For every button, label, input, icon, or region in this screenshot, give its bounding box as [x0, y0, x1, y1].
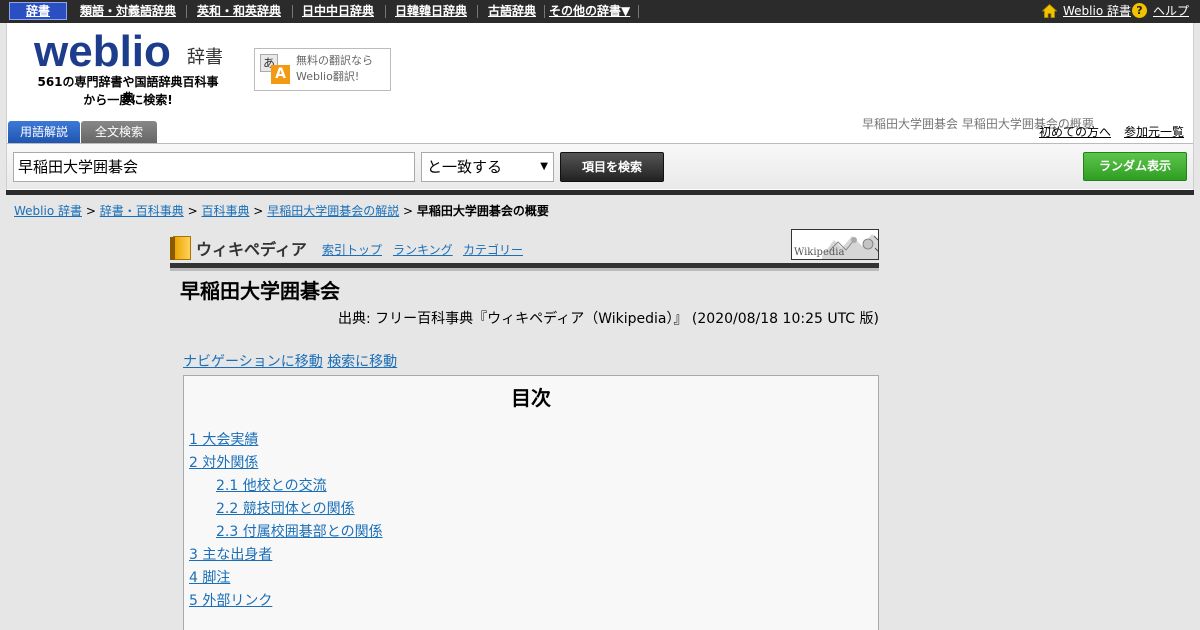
match-mode-value: と一致する [427, 158, 503, 176]
wiki-nav-ranking[interactable]: ランキング [393, 243, 453, 258]
random-button[interactable]: ランダム表示 [1083, 152, 1187, 181]
skip-to-search-link[interactable]: 検索に移動 [327, 354, 397, 370]
toc-item[interactable]: 3 主な出身者 [189, 547, 272, 564]
wiki-nav-index-top[interactable]: 索引トップ [322, 243, 382, 258]
translate-promo[interactable]: あ A 無料の翻訳なら Weblio翻訳! [254, 48, 391, 91]
breadcrumb-link[interactable]: 辞書・百科事典 [100, 204, 184, 218]
weblio-logo[interactable]: weblio [34, 29, 171, 75]
nav-link-chinese[interactable]: 日中中日辞典 [302, 3, 374, 19]
search-bar: 早稲田大学囲碁会 と一致する ▼ 項目を検索 ランダム表示 [7, 143, 1193, 189]
nav-separator [477, 5, 478, 18]
translate-promo-text: 無料の翻訳なら [296, 54, 373, 67]
breadcrumb-link[interactable]: 百科事典 [201, 204, 249, 218]
nav-separator [638, 5, 639, 18]
first-time-link[interactable]: 初めての方へ [1039, 125, 1111, 140]
breadcrumb-link[interactable]: Weblio 辞書 [14, 204, 82, 218]
tab-term-explanation[interactable]: 用語解説 [8, 121, 80, 143]
translate-icon: あ A [260, 54, 290, 84]
toc-item[interactable]: 4 脚注 [189, 570, 230, 587]
wiki-section-title: ウィキペディア [196, 240, 307, 259]
article-source: 出典: フリー百科事典『ウィキペディア（Wikipedia）』 (2020/08… [338, 311, 879, 327]
help-link[interactable]: ヘルプ [1153, 3, 1189, 19]
breadcrumb-current: 早稲田大学囲碁会の概要 [416, 204, 549, 218]
nav-link-other-dictionaries[interactable]: その他の辞書▼ [549, 3, 630, 19]
breadcrumb-separator: > [403, 204, 414, 218]
toc-item[interactable]: 2 対外関係 [189, 455, 258, 472]
logo-subtitle: 辞書 [187, 47, 223, 68]
help-icon[interactable]: ? [1132, 3, 1147, 18]
nav-tab-dictionary[interactable]: 辞書 [9, 2, 67, 20]
toc-subitem[interactable]: 2.2 競技団体との関係 [216, 501, 355, 518]
site-tagline: から一度に検索! [83, 93, 173, 107]
book-icon-cover [173, 236, 191, 260]
wiki-nav-category[interactable]: カテゴリー [463, 243, 523, 258]
toc-title: 目次 [511, 386, 551, 410]
nav-separator [292, 5, 293, 18]
skip-links: ナビゲーションに移動 検索に移動 [183, 354, 397, 371]
nav-link-classical[interactable]: 古語辞典 [488, 3, 536, 19]
article-title: 早稲田大学囲碁会 [180, 279, 340, 303]
weblio-home-link[interactable]: Weblio 辞書 [1063, 3, 1131, 19]
toc-subitem[interactable]: 2.1 他校との交流 [216, 478, 327, 495]
toc-subitem[interactable]: 2.3 付属校囲碁部との関係 [216, 524, 383, 541]
dropdown-arrow-icon: ▼ [540, 161, 548, 172]
translate-icon-latin: A [271, 65, 290, 84]
sources-link[interactable]: 参加元一覧 [1124, 125, 1184, 140]
nav-link-korean[interactable]: 日韓韓日辞典 [395, 3, 467, 19]
breadcrumb-separator: > [253, 204, 264, 218]
top-nav-bar: 辞書 類語・対義語辞典 英和・和英辞典 日中中日辞典 日韓韓日辞典 古語辞典 そ… [0, 0, 1200, 23]
nav-separator [186, 5, 187, 18]
breadcrumb-separator: > [187, 204, 198, 218]
table-of-contents: 目次 1 大会実績 2 対外関係 2.1 他校との交流 2.2 競技団体との関係… [183, 375, 879, 630]
breadcrumb: Weblio 辞書 > 辞書・百科事典 > 百科事典 > 早稲田大学囲碁会の解説… [14, 203, 549, 219]
book-icon [170, 236, 191, 260]
header-divider [6, 190, 1194, 195]
book-icon-spine [170, 237, 175, 260]
home-icon[interactable] [1042, 4, 1057, 18]
toc-item[interactable]: 1 大会実績 [189, 432, 258, 449]
nav-separator [385, 5, 386, 18]
nav-link-thesaurus[interactable]: 類語・対義語辞典 [80, 3, 176, 19]
match-mode-select[interactable]: と一致する ▼ [421, 152, 554, 182]
nav-separator [544, 5, 545, 18]
search-input[interactable]: 早稲田大学囲碁会 [13, 152, 415, 182]
breadcrumb-separator: > [85, 204, 96, 218]
translate-promo-text: Weblio翻訳! [296, 70, 360, 83]
nav-link-english[interactable]: 英和・和英辞典 [197, 3, 281, 19]
site-header: weblio 辞書 561の専門辞書や国語辞典百科事典 から一度に検索! あ A… [6, 23, 1194, 193]
wiki-divider [170, 268, 879, 271]
wikipedia-logo-text: Wikipedia [794, 247, 845, 258]
skip-to-navigation-link[interactable]: ナビゲーションに移動 [183, 354, 323, 370]
breadcrumb-link[interactable]: 早稲田大学囲碁会の解説 [267, 204, 399, 218]
search-button[interactable]: 項目を検索 [560, 152, 664, 182]
wikipedia-logo[interactable]: Wikipedia [791, 229, 879, 260]
tab-full-text-search[interactable]: 全文検索 [81, 121, 157, 143]
toc-item[interactable]: 5 外部リンク [189, 593, 272, 610]
